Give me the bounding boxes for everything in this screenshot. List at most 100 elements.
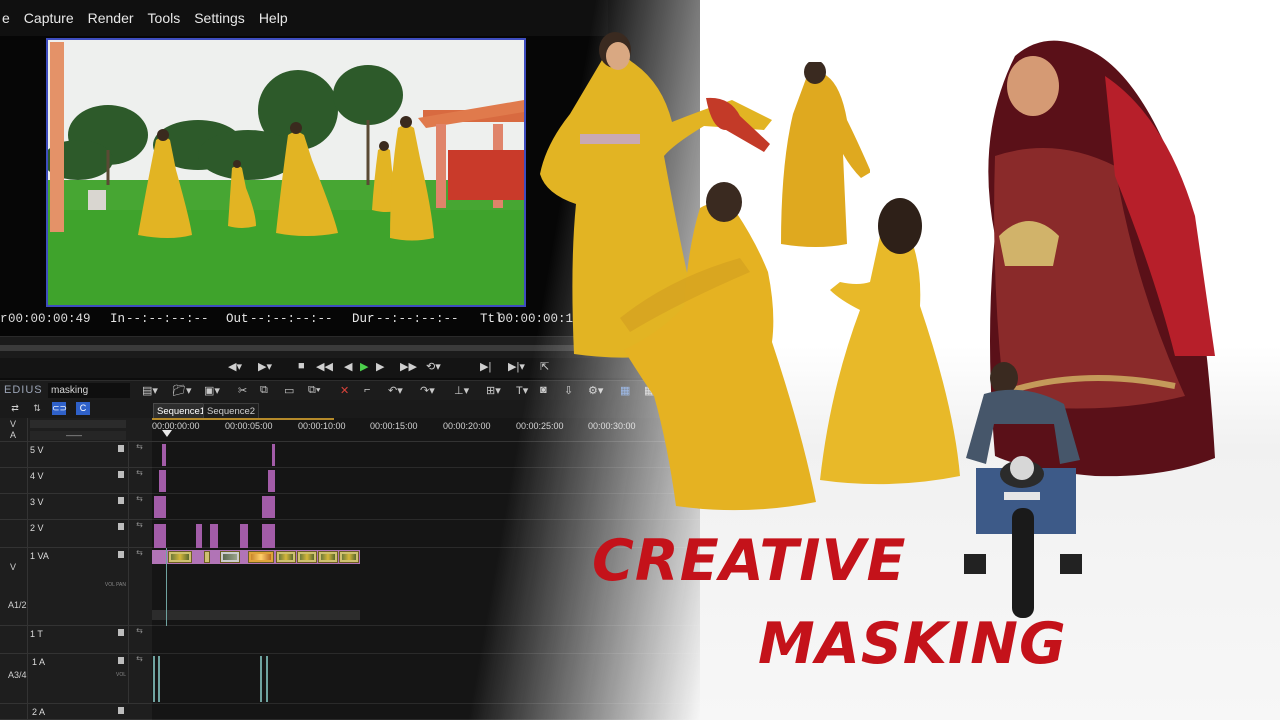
title-icon[interactable]: T▾ xyxy=(516,384,528,397)
track-lane-3v[interactable] xyxy=(152,494,700,520)
timeline-ruler[interactable]: 00:00:00:00 00:00:05:00 00:00:10:00 00:0… xyxy=(152,418,700,442)
mode-insert-icon[interactable]: ⇄ xyxy=(8,402,22,415)
replace-icon[interactable]: ⧉▾ xyxy=(308,384,320,397)
clip-marker[interactable] xyxy=(262,496,275,518)
clip-marker[interactable] xyxy=(162,444,166,466)
track-header-1va[interactable]: V A1/2 1 VA VOL PAN ⇆ xyxy=(0,548,152,626)
step-forward-icon[interactable]: ▶ xyxy=(376,360,384,373)
video-clip[interactable] xyxy=(297,551,317,563)
mute-icon[interactable] xyxy=(118,551,124,558)
export-file-icon[interactable]: ⇩ xyxy=(564,384,573,397)
sync-icon[interactable]: ⇆ xyxy=(128,548,150,625)
track-lane-2a[interactable] xyxy=(152,704,700,720)
track-header-1t[interactable]: 1 T ⇆ xyxy=(0,626,152,654)
step-back-icon[interactable]: ◀ xyxy=(344,360,352,373)
menu-item-render[interactable]: Render xyxy=(88,10,134,26)
paste-icon[interactable]: ▭ xyxy=(284,384,294,397)
track-lane-5v[interactable] xyxy=(152,442,700,468)
track-header-3v[interactable]: 3 V ⇆ xyxy=(0,494,152,520)
sync-icon[interactable]: ⇆ xyxy=(128,442,150,467)
render-icon[interactable]: ◙ xyxy=(540,384,547,396)
sync-icon[interactable]: ⇆ xyxy=(128,654,150,703)
link-icon[interactable]: ⊂⊃ xyxy=(52,402,67,415)
save-icon[interactable]: ▣▾ xyxy=(204,384,220,397)
menu-item-settings[interactable]: Settings xyxy=(194,10,245,26)
copy-icon[interactable]: ⧉ xyxy=(260,384,268,397)
tab-sequence1[interactable]: Sequence1 xyxy=(153,403,210,418)
sync-icon[interactable]: ⇆ xyxy=(128,626,150,653)
cut-icon[interactable]: ✂ xyxy=(238,384,247,397)
clip-marker[interactable] xyxy=(262,524,275,548)
menu-item-help[interactable]: Help xyxy=(259,10,288,26)
video-clip[interactable] xyxy=(318,551,338,563)
mute-icon[interactable] xyxy=(118,629,124,636)
speaker-icon[interactable] xyxy=(118,707,124,714)
video-clip[interactable] xyxy=(339,551,359,563)
tab-sequence2[interactable]: Sequence2 xyxy=(203,403,260,418)
track-lane-4v[interactable] xyxy=(152,468,700,494)
track-header-2a[interactable]: 2 A xyxy=(0,704,152,720)
audio-clip[interactable] xyxy=(266,656,268,702)
mute-icon[interactable] xyxy=(118,445,124,452)
menu-item-partial[interactable]: e xyxy=(2,10,10,26)
playhead[interactable] xyxy=(162,430,172,437)
track-header-1a[interactable]: A3/4 1 A VOL ⇆ xyxy=(0,654,152,704)
track-height-bar[interactable] xyxy=(30,420,126,428)
audio-band[interactable] xyxy=(152,610,360,620)
next-edit-icon[interactable]: ▶| xyxy=(480,360,491,373)
jump-end-icon[interactable]: ▶|▾ xyxy=(508,360,525,373)
track-header-2v[interactable]: 2 V ⇆ xyxy=(0,520,152,548)
video-clip[interactable] xyxy=(248,551,274,563)
mute-icon[interactable] xyxy=(118,497,124,504)
mute-icon[interactable] xyxy=(118,523,124,530)
clip-marker[interactable] xyxy=(154,496,166,518)
settings-icon[interactable]: ⚙▾ xyxy=(588,384,603,397)
track-header-4v[interactable]: 4 V ⇆ xyxy=(0,468,152,494)
open-folder-icon[interactable]: 📁︎▾ xyxy=(172,384,192,397)
fast-forward-icon[interactable]: ▶▶ xyxy=(400,360,417,373)
clip-marker[interactable] xyxy=(272,444,275,466)
audio-clip[interactable] xyxy=(153,656,155,702)
clip-marker[interactable] xyxy=(268,470,275,492)
group-icon[interactable]: C xyxy=(76,402,90,415)
audio-clip[interactable] xyxy=(158,656,160,702)
clip-marker[interactable] xyxy=(210,524,218,548)
track-dropdown[interactable]: —— xyxy=(30,431,126,440)
video-clip[interactable] xyxy=(168,551,192,563)
menu-item-capture[interactable]: Capture xyxy=(24,10,74,26)
sequence-menu-icon[interactable]: ▤▾ xyxy=(142,384,158,397)
menu-item-tools[interactable]: Tools xyxy=(148,10,181,26)
mode-overwrite-icon[interactable]: ⇅ xyxy=(30,402,44,415)
video-preview[interactable] xyxy=(46,38,526,307)
sync-icon[interactable]: ⇆ xyxy=(128,468,150,493)
track-lane-1a[interactable] xyxy=(152,654,700,704)
layout-icon[interactable]: ⊞▾ xyxy=(486,384,501,397)
undo-icon[interactable]: ↶▾ xyxy=(388,384,403,397)
set-out-icon[interactable]: ▶▾ xyxy=(258,360,272,373)
speaker-icon[interactable] xyxy=(118,657,124,664)
ripple-icon[interactable]: ⌐ xyxy=(364,384,370,396)
video-clip[interactable] xyxy=(204,551,210,563)
va-selector[interactable]: V A xyxy=(0,418,28,441)
rewind-icon[interactable]: ◀◀ xyxy=(316,360,333,373)
clip-marker[interactable] xyxy=(159,470,166,492)
track-lane-1t[interactable] xyxy=(152,626,700,654)
audio-clip[interactable] xyxy=(260,656,262,702)
clip-marker[interactable] xyxy=(154,524,166,548)
play-icon[interactable]: ▶ xyxy=(360,360,368,373)
track-header-5v[interactable]: 5 V ⇆ xyxy=(0,442,152,468)
redo-icon[interactable]: ↷▾ xyxy=(420,384,435,397)
delete-icon[interactable]: ✕ xyxy=(340,384,349,397)
video-clip[interactable] xyxy=(220,551,240,563)
clip-marker[interactable] xyxy=(196,524,202,548)
sync-icon[interactable]: ⇆ xyxy=(128,520,150,547)
sync-icon[interactable]: ⇆ xyxy=(128,494,150,519)
loop-icon[interactable]: ⟲▾ xyxy=(426,360,441,373)
stop-icon[interactable]: ■ xyxy=(298,360,305,372)
set-in-icon[interactable]: ◀▾ xyxy=(228,360,242,373)
marker-icon[interactable]: ⊥▾ xyxy=(454,384,469,397)
mute-icon[interactable] xyxy=(118,471,124,478)
clip-marker[interactable] xyxy=(240,524,248,548)
project-name-field[interactable]: masking xyxy=(48,383,130,398)
video-clip[interactable] xyxy=(276,551,296,563)
